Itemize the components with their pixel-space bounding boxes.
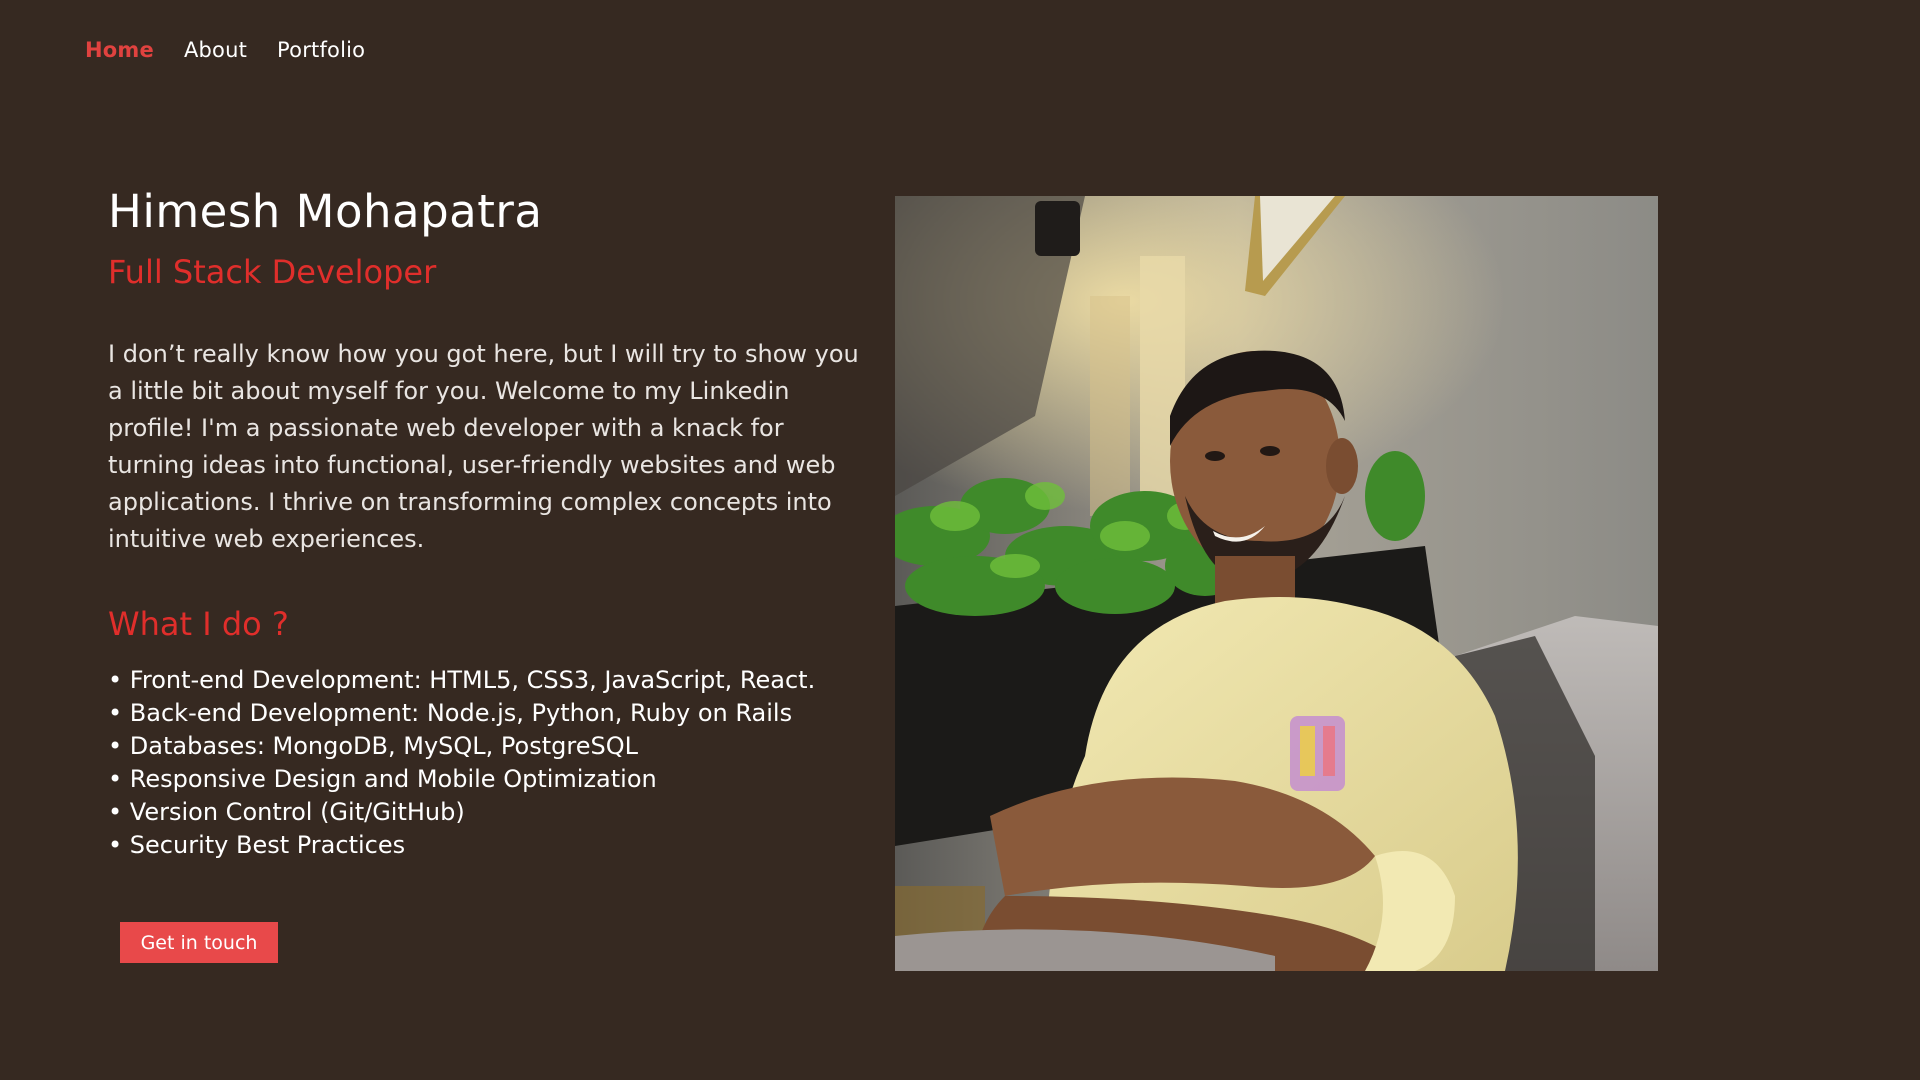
nav-portfolio-link[interactable]: Portfolio [277, 38, 365, 62]
profile-name: Himesh Mohapatra [108, 185, 543, 238]
skill-item: Security Best Practices [108, 829, 868, 862]
profile-bio: I don’t really know how you got here, bu… [108, 340, 859, 553]
nav-about-link[interactable]: About [184, 38, 247, 62]
skill-item: Version Control (Git/GitHub) [108, 796, 868, 829]
intro-section: Himesh Mohapatra Full Stack Developer I … [108, 180, 868, 862]
profile-photo [895, 196, 1658, 971]
top-navigation: Home About Portfolio [85, 38, 395, 62]
nav-home-link[interactable]: Home [85, 38, 154, 62]
profile-role: Full Stack Developer [108, 253, 437, 291]
what-i-do-heading: What I do ? [108, 605, 289, 643]
skill-item: Back-end Development: Node.js, Python, R… [108, 697, 868, 730]
skills-list: Front-end Development: HTML5, CSS3, Java… [108, 664, 868, 862]
skill-item: Responsive Design and Mobile Optimizatio… [108, 763, 868, 796]
skill-item: Front-end Development: HTML5, CSS3, Java… [108, 664, 868, 697]
skill-item: Databases: MongoDB, MySQL, PostgreSQL [108, 730, 868, 763]
get-in-touch-button[interactable]: Get in touch [120, 922, 278, 963]
